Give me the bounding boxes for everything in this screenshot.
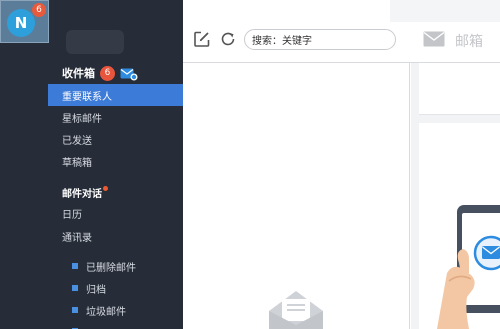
folder-deleted[interactable]: 已删除邮件 [72,257,136,275]
top-bar-blurred [390,0,500,22]
conversations-label: 邮件对话 [62,189,102,200]
folder-partial[interactable] [72,322,78,329]
inbox-count-badge: 6 [100,65,115,81]
sidebar-item-drafts[interactable]: 草稿箱 [48,150,183,172]
preview-pane [411,63,500,329]
sidebar-item-label: 已发送 [62,135,92,147]
folder-square-icon [72,285,78,291]
folder-archive[interactable]: 归档 [72,279,106,297]
toolbar: 搜索：关键字 邮箱 [183,0,500,62]
account-switcher[interactable]: N 6 [0,0,49,43]
account-badge: 6 [32,3,46,17]
avatar[interactable]: N [7,9,35,37]
mailbox-icon[interactable] [423,31,445,47]
folder-square-icon [72,307,78,313]
mailbox-tab-label[interactable]: 邮箱 [455,31,483,51]
empty-mailbox-icon [265,289,327,329]
inbox-label[interactable]: 收件箱 [62,65,95,81]
sidebar-item-label: 重要联系人 [62,91,112,103]
sidebar-item-starred[interactable]: 星标邮件 [48,106,183,128]
sidebar-item-label: 通讯录 [62,232,92,244]
inbox-row[interactable]: 收件箱 6 [62,64,138,82]
folder-label: 归档 [86,284,106,296]
account-name-blurred [66,30,124,54]
sidebar-item-label: 日历 [62,209,82,221]
sidebar-item-label: 星标邮件 [62,113,102,125]
mail-settings-icon[interactable] [120,66,138,81]
sidebar-item-contacts[interactable]: 通讯录 [48,225,183,247]
sidebar-item-calendar[interactable]: 日历 [48,202,183,224]
sidebar-item-label: 草稿箱 [62,157,92,169]
folder-square-icon [72,263,78,269]
sidebar-item-sent[interactable]: 已发送 [48,128,183,150]
compose-icon[interactable] [193,30,211,48]
mail-list-pane [183,63,410,329]
search-input[interactable]: 搜索：关键字 [244,29,396,50]
folder-spam[interactable]: 垃圾邮件 [72,301,126,319]
folder-label: 已删除邮件 [86,262,136,274]
conversations-toggle[interactable]: 邮件对话 [62,185,108,200]
refresh-icon[interactable] [219,30,237,48]
phone-mail-illustration [419,123,500,329]
new-indicator-dot [103,186,108,191]
sidebar: N 6 收件箱 6 重要联系人 星标邮件 已发送 草稿箱 邮件对话 日历 通讯录 [0,0,183,329]
sidebar-item-important-contacts[interactable]: 重要联系人 [48,84,183,106]
preview-header-card [419,63,500,115]
folder-label: 垃圾邮件 [86,306,126,318]
search-placeholder: 搜索：关键字 [252,36,312,47]
